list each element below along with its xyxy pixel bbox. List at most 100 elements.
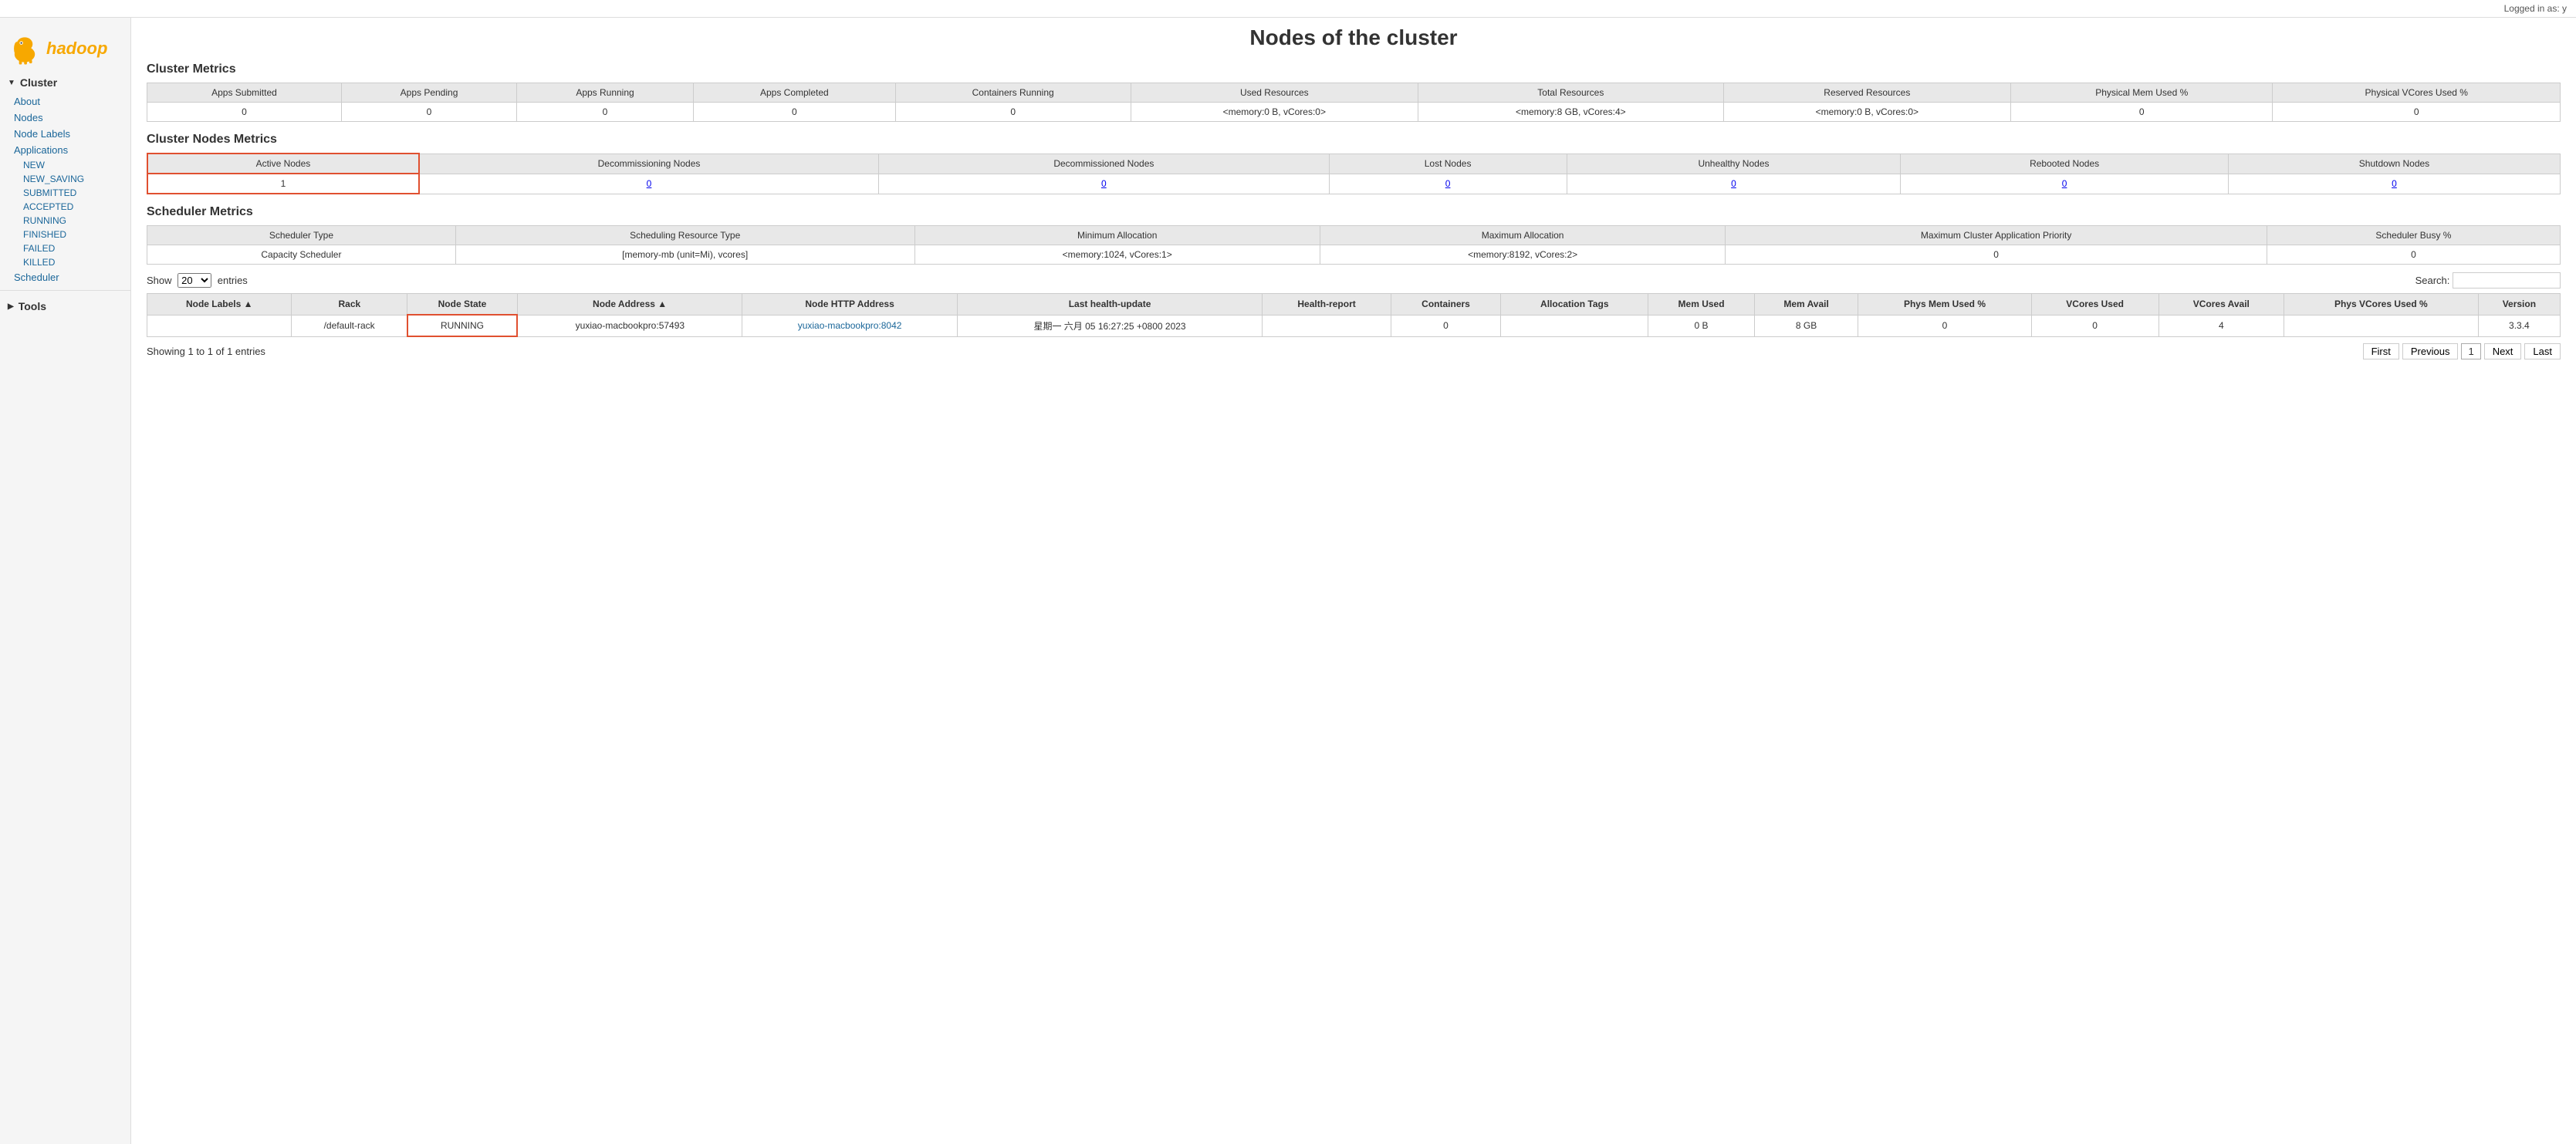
sidebar-item-new-saving[interactable]: NEW_SAVING bbox=[0, 172, 130, 186]
col-max-cluster-priority: Maximum Cluster Application Priority bbox=[1726, 226, 2267, 245]
sidebar-item-nodes[interactable]: Nodes bbox=[0, 110, 130, 126]
col-allocation-tags[interactable]: Allocation Tags bbox=[1501, 294, 1648, 316]
table-controls: Show 20 50 100 entries Search: bbox=[147, 272, 2561, 289]
cell-vcores-used: 0 bbox=[2031, 315, 2158, 336]
cluster-nodes-metrics-table: Active Nodes Decommissioning Nodes Decom… bbox=[147, 153, 2561, 194]
col-unhealthy-nodes: Unhealthy Nodes bbox=[1567, 154, 1901, 174]
hadoop-logo-icon bbox=[8, 32, 42, 66]
cell-phys-vcores-used-pct bbox=[2284, 315, 2478, 336]
col-phys-mem-used-pct[interactable]: Phys Mem Used % bbox=[1858, 294, 2031, 316]
sidebar-item-finished[interactable]: FINISHED bbox=[0, 228, 130, 241]
cell-mem-used: 0 B bbox=[1648, 315, 1755, 336]
tools-label: Tools bbox=[19, 300, 46, 312]
val-active-nodes: 1 bbox=[147, 174, 419, 194]
cell-vcores-avail: 4 bbox=[2158, 315, 2284, 336]
val-max-allocation: <memory:8192, vCores:2> bbox=[1320, 245, 1725, 265]
cluster-arrow-icon: ▼ bbox=[8, 79, 15, 87]
col-containers-running: Containers Running bbox=[895, 83, 1131, 103]
val-unhealthy-nodes: 0 bbox=[1567, 174, 1901, 194]
page-title: Nodes of the cluster bbox=[147, 25, 2561, 50]
val-min-allocation: <memory:1024, vCores:1> bbox=[914, 245, 1320, 265]
col-version[interactable]: Version bbox=[2478, 294, 2560, 316]
cluster-section: ▼ Cluster About Nodes Node Labels Applic… bbox=[0, 72, 130, 285]
val-phys-mem-used: 0 bbox=[2011, 103, 2273, 122]
col-health-report[interactable]: Health-report bbox=[1263, 294, 1391, 316]
pagination-last-button[interactable]: Last bbox=[2524, 343, 2561, 359]
col-rebooted-nodes: Rebooted Nodes bbox=[1901, 154, 2229, 174]
col-node-state[interactable]: Node State bbox=[407, 294, 518, 316]
cluster-section-header[interactable]: ▼ Cluster bbox=[0, 72, 130, 93]
pagination-previous-button[interactable]: Previous bbox=[2402, 343, 2459, 359]
sidebar-item-about[interactable]: About bbox=[0, 93, 130, 110]
sidebar-item-scheduler[interactable]: Scheduler bbox=[0, 269, 130, 285]
sidebar-item-running[interactable]: RUNNING bbox=[0, 214, 130, 228]
val-scheduler-busy: 0 bbox=[2267, 245, 2560, 265]
val-apps-completed: 0 bbox=[693, 103, 895, 122]
sidebar-item-node-labels[interactable]: Node Labels bbox=[0, 126, 130, 142]
pagination-first-button[interactable]: First bbox=[2363, 343, 2399, 359]
col-node-labels[interactable]: Node Labels ▲ bbox=[147, 294, 292, 316]
val-scheduler-type: Capacity Scheduler bbox=[147, 245, 456, 265]
sidebar: hadoop ▼ Cluster About Nodes Node Labels… bbox=[0, 18, 131, 1144]
cell-health-report bbox=[1263, 315, 1391, 336]
col-decommissioning-nodes: Decommissioning Nodes bbox=[419, 154, 879, 174]
col-vcores-avail[interactable]: VCores Avail bbox=[2158, 294, 2284, 316]
scheduler-metrics-title: Scheduler Metrics bbox=[147, 205, 2561, 219]
col-phys-vcores-used-pct[interactable]: Phys VCores Used % bbox=[2284, 294, 2478, 316]
cluster-metrics-title: Cluster Metrics bbox=[147, 62, 2561, 76]
cell-mem-avail: 8 GB bbox=[1754, 315, 1858, 336]
pagination-next-button[interactable]: Next bbox=[2484, 343, 2522, 359]
cluster-nodes-metrics-title: Cluster Nodes Metrics bbox=[147, 133, 2561, 147]
col-last-health-update[interactable]: Last health-update bbox=[957, 294, 1263, 316]
pagination: Showing 1 to 1 of 1 entries First Previo… bbox=[147, 343, 2561, 359]
col-apps-completed: Apps Completed bbox=[693, 83, 895, 103]
tools-section-header[interactable]: ▶ Tools bbox=[0, 295, 130, 317]
val-max-cluster-priority: 0 bbox=[1726, 245, 2267, 265]
tools-section: ▶ Tools bbox=[0, 295, 130, 317]
val-scheduling-resource-type: [memory-mb (unit=Mi), vcores] bbox=[455, 245, 914, 265]
scheduler-metrics-table: Scheduler Type Scheduling Resource Type … bbox=[147, 225, 2561, 265]
val-decommissioning-nodes: 0 bbox=[419, 174, 879, 194]
logged-in-text: Logged in as: y bbox=[2504, 3, 2567, 14]
nodes-data-table: Node Labels ▲ Rack Node State Node Addre… bbox=[147, 293, 2561, 337]
tools-arrow-icon: ▶ bbox=[8, 302, 14, 311]
col-node-http-address[interactable]: Node HTTP Address bbox=[742, 294, 957, 316]
main-content: Nodes of the cluster Cluster Metrics App… bbox=[131, 18, 2576, 1144]
val-total-resources: <memory:8 GB, vCores:4> bbox=[1418, 103, 1724, 122]
sidebar-item-applications[interactable]: Applications bbox=[0, 142, 130, 158]
col-decommissioned-nodes: Decommissioned Nodes bbox=[879, 154, 1329, 174]
cell-last-health-update: 星期一 六月 05 16:27:25 +0800 2023 bbox=[957, 315, 1263, 336]
val-shutdown-nodes: 0 bbox=[2228, 174, 2560, 194]
cell-node-labels bbox=[147, 315, 292, 336]
col-lost-nodes: Lost Nodes bbox=[1329, 154, 1567, 174]
col-apps-pending: Apps Pending bbox=[341, 83, 516, 103]
col-node-address[interactable]: Node Address ▲ bbox=[517, 294, 742, 316]
col-active-nodes: Active Nodes bbox=[147, 154, 419, 174]
col-rack[interactable]: Rack bbox=[292, 294, 407, 316]
col-total-resources: Total Resources bbox=[1418, 83, 1724, 103]
sidebar-item-submitted[interactable]: SUBMITTED bbox=[0, 186, 130, 200]
search-input[interactable] bbox=[2453, 272, 2561, 289]
sidebar-item-failed[interactable]: FAILED bbox=[0, 241, 130, 255]
col-scheduling-resource-type: Scheduling Resource Type bbox=[455, 226, 914, 245]
val-containers-running: 0 bbox=[895, 103, 1131, 122]
col-vcores-used[interactable]: VCores Used bbox=[2031, 294, 2158, 316]
cell-containers: 0 bbox=[1391, 315, 1501, 336]
val-apps-pending: 0 bbox=[341, 103, 516, 122]
val-apps-running: 0 bbox=[517, 103, 694, 122]
col-mem-avail[interactable]: Mem Avail bbox=[1754, 294, 1858, 316]
hadoop-brand-text: hadoop bbox=[46, 39, 107, 59]
pagination-info: Showing 1 to 1 of 1 entries bbox=[147, 346, 2360, 357]
show-label: Show bbox=[147, 275, 172, 286]
col-apps-running: Apps Running bbox=[517, 83, 694, 103]
sidebar-item-killed[interactable]: KILLED bbox=[0, 255, 130, 269]
sidebar-item-new[interactable]: NEW bbox=[0, 158, 130, 172]
col-scheduler-busy: Scheduler Busy % bbox=[2267, 226, 2560, 245]
col-mem-used[interactable]: Mem Used bbox=[1648, 294, 1755, 316]
col-phys-mem-used: Physical Mem Used % bbox=[2011, 83, 2273, 103]
entries-select[interactable]: 20 50 100 bbox=[177, 273, 211, 288]
val-phys-vcores-used: 0 bbox=[2273, 103, 2561, 122]
col-containers[interactable]: Containers bbox=[1391, 294, 1501, 316]
sidebar-item-accepted[interactable]: ACCEPTED bbox=[0, 200, 130, 214]
cell-node-address: yuxiao-macbookpro:57493 bbox=[517, 315, 742, 336]
